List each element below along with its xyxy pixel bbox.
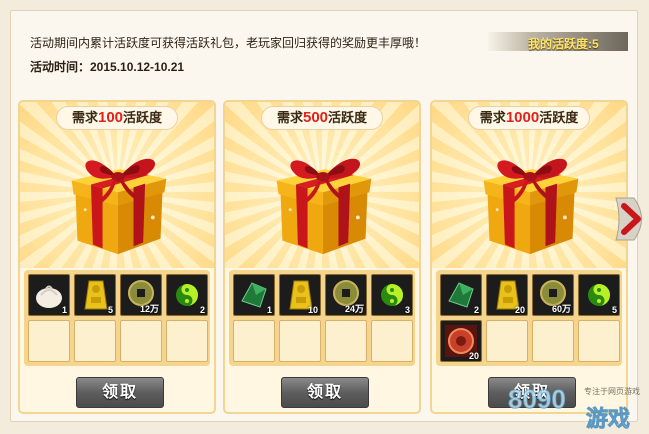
empty-slot — [279, 320, 321, 362]
gift-box-icon — [483, 158, 579, 255]
empty-slot — [486, 320, 528, 362]
event-time: 活动时间：2015.10.12-10.21 — [30, 60, 185, 74]
empty-slot — [28, 320, 70, 362]
reward-card-500: 需求500活跃度 1 10 24万 3 领取 — [223, 100, 421, 414]
reward-card-1000: 需求1000活跃度 2 20 60万 5 20 领取 — [430, 100, 628, 414]
card-banner: 需求500活跃度 — [225, 102, 419, 268]
watermark-number: 8090 — [508, 384, 566, 414]
item-slot[interactable]: 3 — [371, 274, 413, 316]
item-slot[interactable]: 12万 — [120, 274, 162, 316]
watermark-tagline: 专注于网页游戏 — [584, 386, 640, 396]
card-banner: 需求1000活跃度 — [432, 102, 626, 268]
gift-box-icon — [276, 158, 372, 255]
watermark-brand: 游戏 — [586, 406, 630, 432]
requirement-badge: 需求100活跃度 — [56, 106, 178, 130]
gift-box-icon — [71, 158, 167, 255]
empty-slot — [325, 320, 367, 362]
reward-slots: 1 5 12万 2 — [24, 270, 210, 366]
card-banner: 需求100活跃度 — [20, 102, 214, 268]
reward-slots: 1 10 24万 3 — [229, 270, 415, 366]
chevron-right-icon[interactable] — [612, 196, 649, 242]
event-description: 活动期间内累计活跃度可获得活跃礼包，老玩家回归获得的奖励更丰厚哦！ — [30, 36, 427, 50]
empty-slot — [120, 320, 162, 362]
requirement-badge: 需求1000活跃度 — [468, 106, 590, 130]
my-activity-label: 我的活跃度:5 — [528, 37, 599, 51]
item-slot[interactable]: 20 — [440, 320, 482, 362]
empty-slot — [532, 320, 574, 362]
reward-card-100: 需求100活跃度 1 5 12万 2 领取 — [18, 100, 216, 414]
item-slot[interactable]: 24万 — [325, 274, 367, 316]
empty-slot — [578, 320, 620, 362]
requirement-badge: 需求500活跃度 — [261, 106, 383, 130]
reward-slots: 2 20 60万 5 20 — [436, 270, 622, 366]
empty-slot — [371, 320, 413, 362]
item-slot[interactable]: 2 — [166, 274, 208, 316]
item-slot[interactable]: 1 — [233, 274, 275, 316]
empty-slot — [74, 320, 116, 362]
item-slot[interactable]: 1 — [28, 274, 70, 316]
item-slot[interactable]: 2 — [440, 274, 482, 316]
claim-button[interactable]: 领取 — [281, 377, 369, 408]
item-slot[interactable]: 10 — [279, 274, 321, 316]
claim-button[interactable]: 领取 — [76, 377, 164, 408]
item-slot[interactable]: 5 — [578, 274, 620, 316]
item-slot[interactable]: 20 — [486, 274, 528, 316]
empty-slot — [166, 320, 208, 362]
item-slot[interactable]: 5 — [74, 274, 116, 316]
empty-slot — [233, 320, 275, 362]
watermark-logo: 8090 专注于网页游戏 游戏 — [508, 384, 640, 433]
item-slot[interactable]: 60万 — [532, 274, 574, 316]
